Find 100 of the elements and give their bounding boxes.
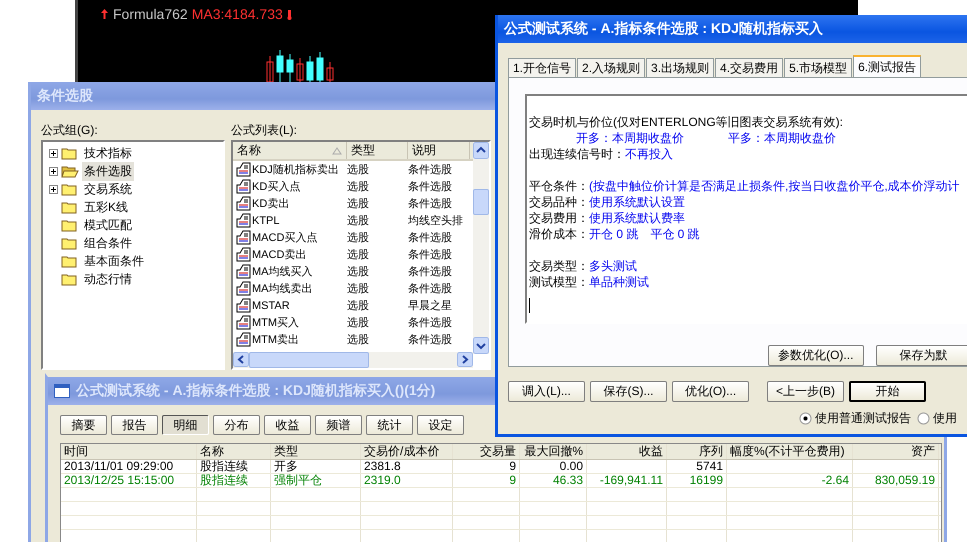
column-header[interactable]: 类型 (347, 142, 408, 159)
table-cell[interactable]: 选股 (347, 179, 408, 194)
button[interactable]: 参数优化(O)... (768, 345, 864, 366)
button[interactable]: 收益 (264, 415, 311, 435)
table-cell[interactable]: 条件选股 (408, 247, 470, 262)
expand-icon[interactable] (49, 184, 58, 194)
table-cell[interactable]: MA均线卖出 (252, 281, 312, 296)
table-cell[interactable]: 条件选股 (408, 230, 470, 245)
table-cell[interactable]: 选股 (347, 264, 408, 279)
button[interactable]: 频谱 (315, 415, 362, 435)
tree-item[interactable]: 条件选股 (82, 162, 134, 180)
scroll-down-button[interactable] (473, 337, 489, 354)
table-cell[interactable]: 条件选股 (408, 196, 470, 211)
table-cell[interactable]: KTPL (252, 214, 280, 226)
tab[interactable]: 5.市场模型 (784, 58, 852, 77)
table-cell[interactable]: 条件选股 (408, 162, 470, 177)
formula-icon (236, 162, 251, 177)
scroll-thumb[interactable] (249, 352, 369, 368)
tab[interactable]: 6.测试报告 (853, 55, 922, 77)
button[interactable]: 开始 (849, 381, 926, 402)
report-value: 单品种测试 (589, 274, 649, 290)
radio-button[interactable] (799, 412, 812, 425)
table-cell[interactable]: KD卖出 (252, 196, 290, 211)
radio-label[interactable]: 使用 (933, 410, 957, 427)
scroll-up-button[interactable] (473, 142, 489, 159)
report-box[interactable]: 交易时机与价位(仅对ENTERLONG等旧图表交易系统有效): 开多：本周期收盘价 平多：本周期收盘价 出现连续信号时：不再投入 平仓条件：(按盘中触位价计算是否满足止损条件,按当日收盘价平仓,成本价浮动计 交易品种：使用系统默认设置 交易费用：使用系统默认费率 滑价成本：开仓 0 跳 平仓 0 跳 交易类型：多头测试 测试模型：单品种测试 (525, 94, 967, 324)
tree-item[interactable]: 动态行情 (82, 270, 134, 288)
table-cell[interactable]: 选股 (347, 315, 408, 330)
table-cell[interactable]: 条件选股 (408, 332, 470, 347)
scroll-right-button[interactable] (457, 352, 473, 367)
table-cell[interactable]: MACD卖出 (252, 247, 306, 262)
table-cell[interactable]: 选股 (347, 230, 408, 245)
table-cell[interactable]: 选股 (347, 298, 408, 313)
tree-item[interactable]: 技术指标 (82, 144, 134, 162)
column-header[interactable]: 名称 (233, 142, 347, 159)
tree-item[interactable]: 模式匹配 (82, 216, 134, 234)
button[interactable]: 明细 (162, 415, 209, 435)
table-cell[interactable]: MSTAR (252, 300, 290, 312)
table-cell[interactable]: 条件选股 (408, 179, 470, 194)
table-cell[interactable]: 选股 (347, 281, 408, 296)
table-cell[interactable]: MTM卖出 (252, 332, 300, 347)
button[interactable]: 设定 (417, 415, 464, 435)
button[interactable]: 保存为默 (876, 345, 967, 366)
table-cell[interactable]: MACD买入点 (252, 230, 318, 245)
radio-button[interactable] (917, 412, 930, 425)
tab[interactable]: 4.交易费用 (715, 58, 784, 77)
column-header[interactable]: 序列 (667, 444, 727, 459)
folder-icon (61, 164, 79, 178)
button[interactable]: 统计 (366, 415, 413, 435)
table-cell[interactable]: 选股 (347, 247, 408, 262)
table-cell[interactable]: 选股 (347, 162, 408, 177)
button[interactable]: 报告 (111, 415, 158, 435)
button[interactable]: 分布 (213, 415, 260, 435)
tab[interactable]: 1.开仓信号 (508, 58, 576, 77)
table-cell[interactable]: 条件选股 (408, 315, 470, 330)
table-cell[interactable]: 选股 (347, 213, 408, 228)
button[interactable]: 摘要 (60, 415, 107, 435)
table-cell[interactable]: KDJ随机指标卖出 (252, 162, 339, 177)
table-cell[interactable]: 早晨之星 (408, 298, 470, 313)
tree-item[interactable]: 基本面条件 (82, 252, 146, 270)
column-header[interactable]: 类型 (271, 444, 361, 459)
column-header[interactable]: 时间 (61, 444, 197, 459)
button[interactable]: 优化(O)... (672, 381, 749, 402)
column-header[interactable]: 交易价/成本价 (361, 444, 453, 459)
expand-icon[interactable] (49, 148, 58, 158)
table-cell[interactable]: 条件选股 (408, 264, 470, 279)
button[interactable]: 调入(L)... (508, 381, 585, 402)
report-value: 使用系统默认设置 (589, 194, 685, 210)
tree-item[interactable]: 五彩K线 (82, 198, 130, 216)
radio-label[interactable]: 使用普通测试报告 (815, 410, 911, 427)
table-cell[interactable]: 条件选股 (408, 281, 470, 296)
folder-icon (61, 254, 79, 268)
table-cell[interactable]: MTM买入 (252, 315, 300, 330)
column-header[interactable]: 最大回撤% (520, 444, 587, 459)
column-header[interactable]: 说明 (408, 142, 470, 159)
table-cell[interactable]: 均线空头排 (408, 213, 470, 228)
button[interactable]: 保存(S)... (590, 381, 667, 402)
button[interactable]: <上一步(B) (767, 381, 844, 402)
scroll-left-button[interactable] (233, 352, 249, 367)
column-header[interactable]: 名称 (197, 444, 271, 459)
table-cell[interactable]: MA均线买入 (252, 264, 312, 279)
table-cell[interactable]: 选股 (347, 196, 408, 211)
column-header[interactable]: 资产 (853, 444, 939, 459)
formula-icon (236, 281, 251, 296)
tree-item[interactable]: 交易系统 (82, 180, 134, 198)
column-header[interactable]: 交易量 (453, 444, 520, 459)
marker-icon (286, 8, 292, 20)
column-header[interactable]: 幅度%(不计平仓费用) (727, 444, 853, 459)
formula-icon (236, 179, 251, 194)
tab[interactable]: 2.入场规则 (577, 58, 646, 77)
expand-icon[interactable] (49, 166, 58, 176)
scroll-thumb[interactable] (473, 189, 489, 215)
tree-item[interactable]: 组合条件 (82, 234, 134, 252)
table-cell[interactable]: 选股 (347, 332, 408, 347)
tab[interactable]: 3.出场规则 (646, 58, 714, 77)
folder-icon (61, 200, 79, 214)
table-cell[interactable]: KD买入点 (252, 179, 300, 194)
table-cell: 16199 (667, 474, 727, 487)
table-cell: 开多 (271, 460, 361, 473)
column-header[interactable]: 收益 (587, 444, 667, 459)
